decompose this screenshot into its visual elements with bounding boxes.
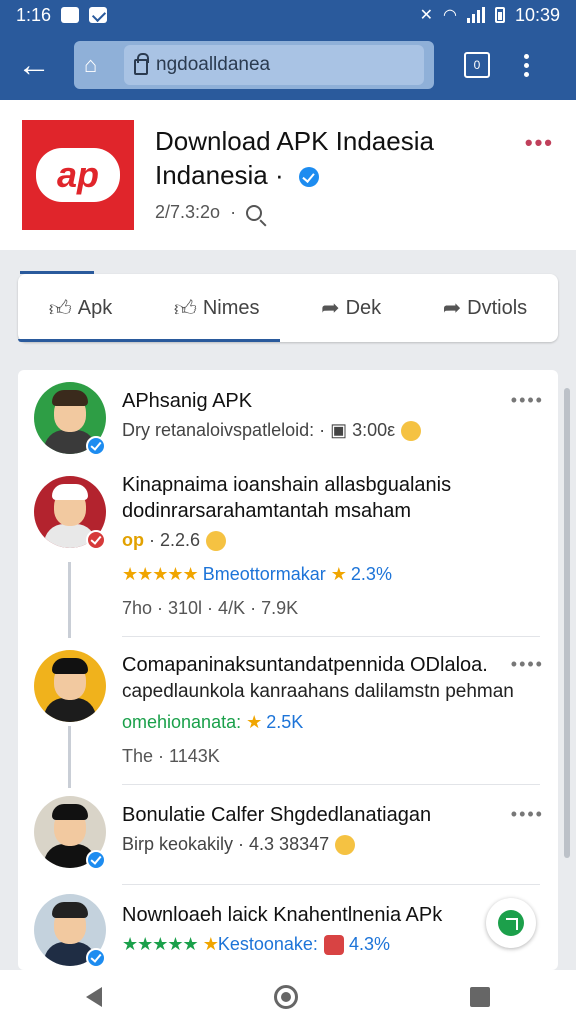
title-line-2: Indanesia — [155, 160, 268, 190]
emoji-icon — [335, 835, 356, 856]
more-options-icon[interactable]: •••• — [511, 390, 544, 411]
page-title: Download APK Indaesia Indanesia · — [155, 126, 434, 190]
action-nimes[interactable]: 👍︎ Nimes — [174, 295, 260, 322]
action-dvtiols[interactable]: ➦ Dvtiols — [443, 295, 527, 321]
share-icon: ➦ — [442, 295, 462, 320]
title-line-1: Download APK Indaesia — [155, 126, 434, 156]
verified-icon — [86, 948, 106, 968]
app-icon — [323, 935, 344, 956]
logo-bubble: ap — [36, 148, 120, 202]
back-arrow-icon[interactable]: ← — [14, 45, 54, 85]
signal-icon — [466, 7, 485, 23]
battery-icon — [494, 7, 505, 23]
system-nav-bar — [0, 970, 576, 1024]
nav-recents-icon[interactable] — [470, 987, 490, 1007]
apk-logo: ap — [22, 120, 134, 230]
verified-icon — [86, 530, 106, 550]
status-clock: 10:39 — [514, 4, 560, 25]
nav-home-icon[interactable] — [274, 985, 298, 1009]
overflow-menu-icon[interactable] — [524, 53, 529, 77]
thumbs-up-icon: 👍︎ — [173, 295, 197, 321]
scrollbar[interactable] — [564, 388, 570, 858]
verified-icon — [86, 850, 106, 870]
page-header: ap Download APK Indaesia Indanesia · 2/7… — [0, 100, 576, 250]
lock-icon — [134, 53, 149, 75]
browser-toolbar: ← ⌂ ngdoalldanea 0 — [0, 30, 576, 100]
verified-icon — [86, 436, 106, 456]
avatar — [34, 650, 106, 722]
tabs-button[interactable]: 0 — [464, 52, 490, 78]
nav-back-icon[interactable] — [86, 987, 102, 1007]
more-options-icon[interactable]: •••• — [511, 654, 544, 675]
mail-notification-icon — [89, 7, 108, 23]
rating-stars: ★★★★★ — [122, 564, 199, 584]
verified-icon — [298, 167, 319, 188]
address-bar[interactable]: ⌂ ngdoalldanea — [74, 41, 434, 89]
search-icon[interactable] — [246, 204, 263, 221]
thumbs-up-icon: 👍︎ — [48, 295, 72, 321]
action-bar: 👍︎ Apk 👍︎ Nimes ➦ Dek ➦ Dvtiols — [18, 271, 558, 342]
more-options-icon[interactable]: ••• — [525, 130, 554, 156]
action-apk[interactable]: 👍︎ Apk — [49, 295, 112, 322]
emoji-icon — [401, 421, 422, 442]
url-field[interactable]: ngdoalldanea — [124, 45, 424, 85]
status-bar: 1:16 ✕ ◠ 10:39 — [0, 0, 576, 30]
mute-icon: ✕ — [419, 7, 433, 24]
chat-icon — [498, 910, 524, 936]
status-time: 1:16 — [16, 4, 52, 25]
media-icon: ▣ — [330, 420, 348, 440]
url-text: ngdoalldanea — [156, 54, 271, 75]
rating-stars: ★★★★★ — [122, 934, 199, 954]
action-dek[interactable]: ➦ Dek — [321, 295, 381, 321]
chat-fab-button[interactable] — [486, 898, 536, 948]
header-meta: 2/7.3:2o · — [155, 202, 263, 223]
share-icon: ➦ — [321, 295, 340, 320]
top-app-bar: 1:16 ✕ ◠ 10:39 ← ⌂ ngdoalldanea 0 — [0, 0, 576, 100]
wifi-icon: ◠ — [442, 7, 457, 24]
site-icon: ⌂ — [84, 52, 98, 77]
app-notification-icon — [61, 7, 80, 23]
emoji-icon — [206, 531, 227, 552]
more-options-icon[interactable]: •••• — [511, 804, 544, 825]
feed: APhsanig APK Dry retanaloivspatleloid: ·… — [18, 370, 558, 970]
header-meta-text: 2/7.3:2o — [155, 202, 221, 222]
